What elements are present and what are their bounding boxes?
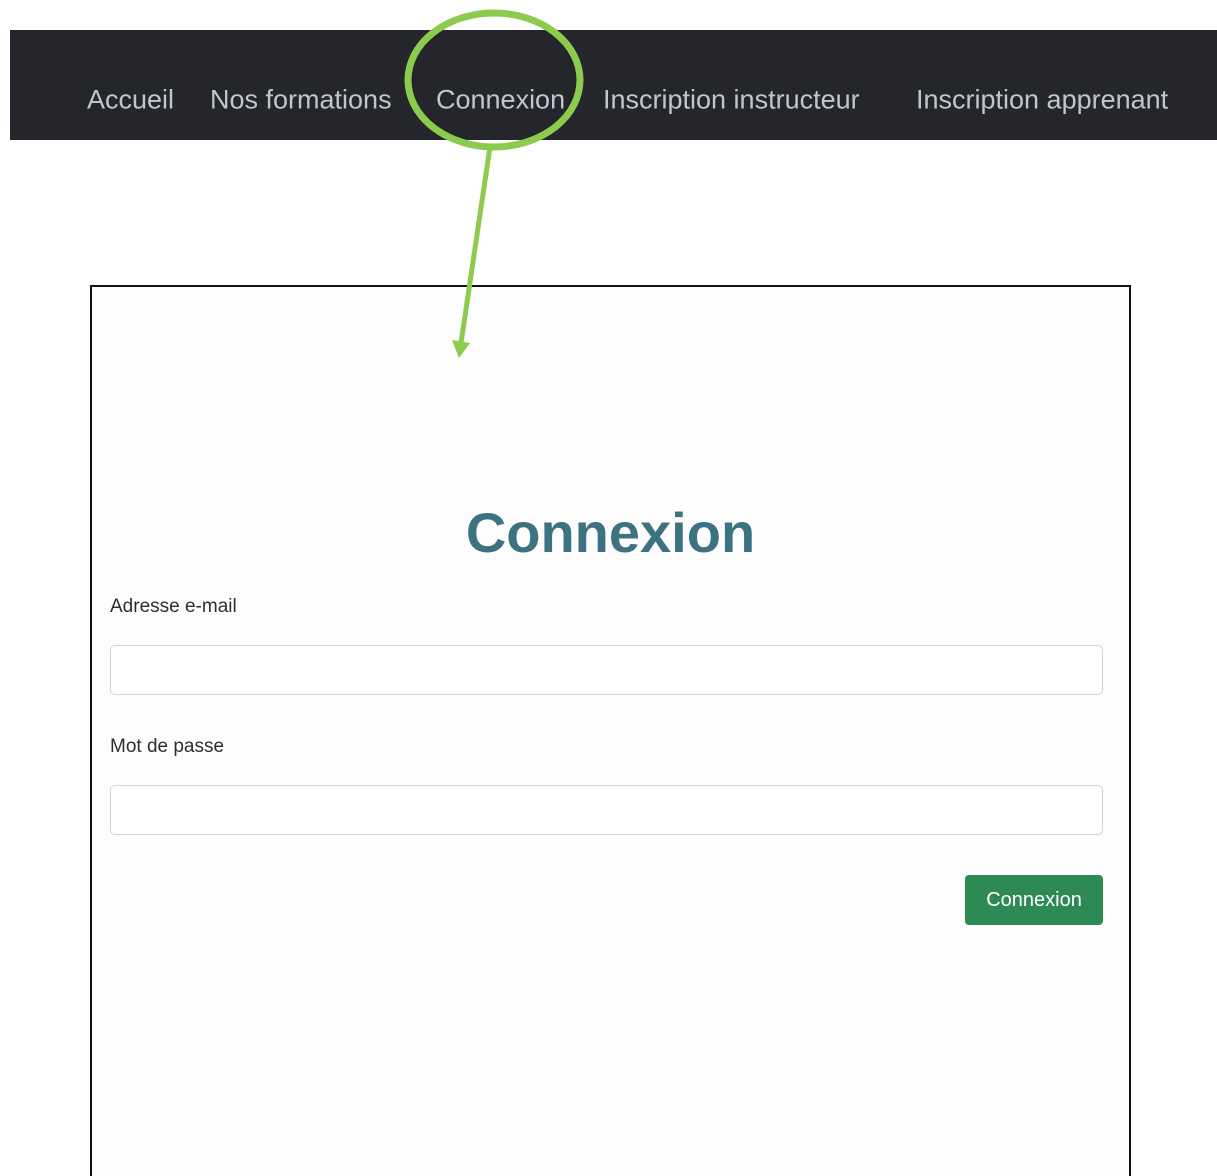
- nav-link-inscription-instructeur[interactable]: Inscription instructeur: [603, 86, 860, 114]
- nav-link-connexion[interactable]: Connexion: [436, 86, 565, 114]
- login-submit-button[interactable]: Connexion: [965, 875, 1103, 925]
- email-field[interactable]: [110, 645, 1103, 695]
- login-card: Connexion Adresse e-mail Mot de passe Co…: [90, 285, 1131, 1176]
- password-label: Mot de passe: [110, 736, 225, 757]
- nav-link-nos-formations[interactable]: Nos formations: [210, 86, 392, 114]
- nav-link-accueil[interactable]: Accueil: [87, 86, 174, 114]
- nav-link-inscription-apprenant[interactable]: Inscription apprenant: [916, 86, 1168, 114]
- email-label: Adresse e-mail: [110, 596, 237, 617]
- page: Accueil Nos formations Connexion Inscrip…: [0, 0, 1217, 1176]
- password-field[interactable]: [110, 785, 1103, 835]
- login-title: Connexion: [465, 500, 756, 564]
- top-navbar: Accueil Nos formations Connexion Inscrip…: [10, 30, 1217, 140]
